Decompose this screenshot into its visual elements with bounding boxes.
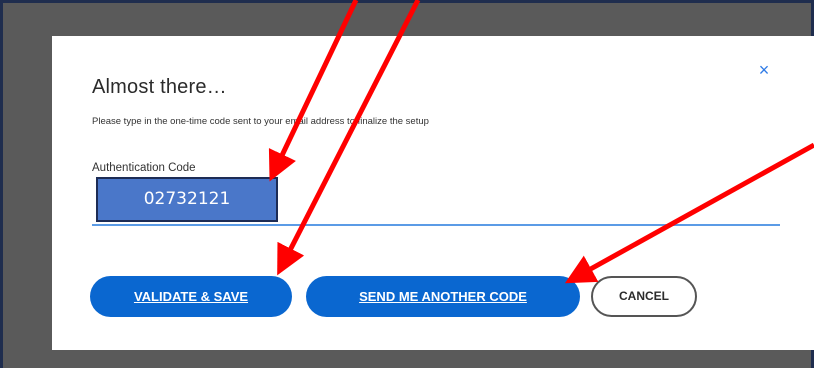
authentication-code-value: 02732121 bbox=[96, 177, 278, 222]
close-icon[interactable]: × bbox=[756, 61, 772, 79]
validate-save-button[interactable]: VALIDATE & SAVE bbox=[90, 276, 292, 317]
dialog-subtitle: Please type in the one-time code sent to… bbox=[92, 116, 429, 127]
authentication-code-label: Authentication Code bbox=[92, 162, 196, 174]
send-another-code-button[interactable]: SEND ME ANOTHER CODE bbox=[306, 276, 580, 317]
bottom-margin bbox=[0, 368, 814, 374]
cancel-button[interactable]: CANCEL bbox=[591, 276, 697, 317]
dialog-title: Almost there… bbox=[92, 76, 227, 98]
verification-dialog: × Almost there… Please type in the one-t… bbox=[52, 36, 814, 350]
authentication-code-input[interactable] bbox=[92, 224, 780, 226]
